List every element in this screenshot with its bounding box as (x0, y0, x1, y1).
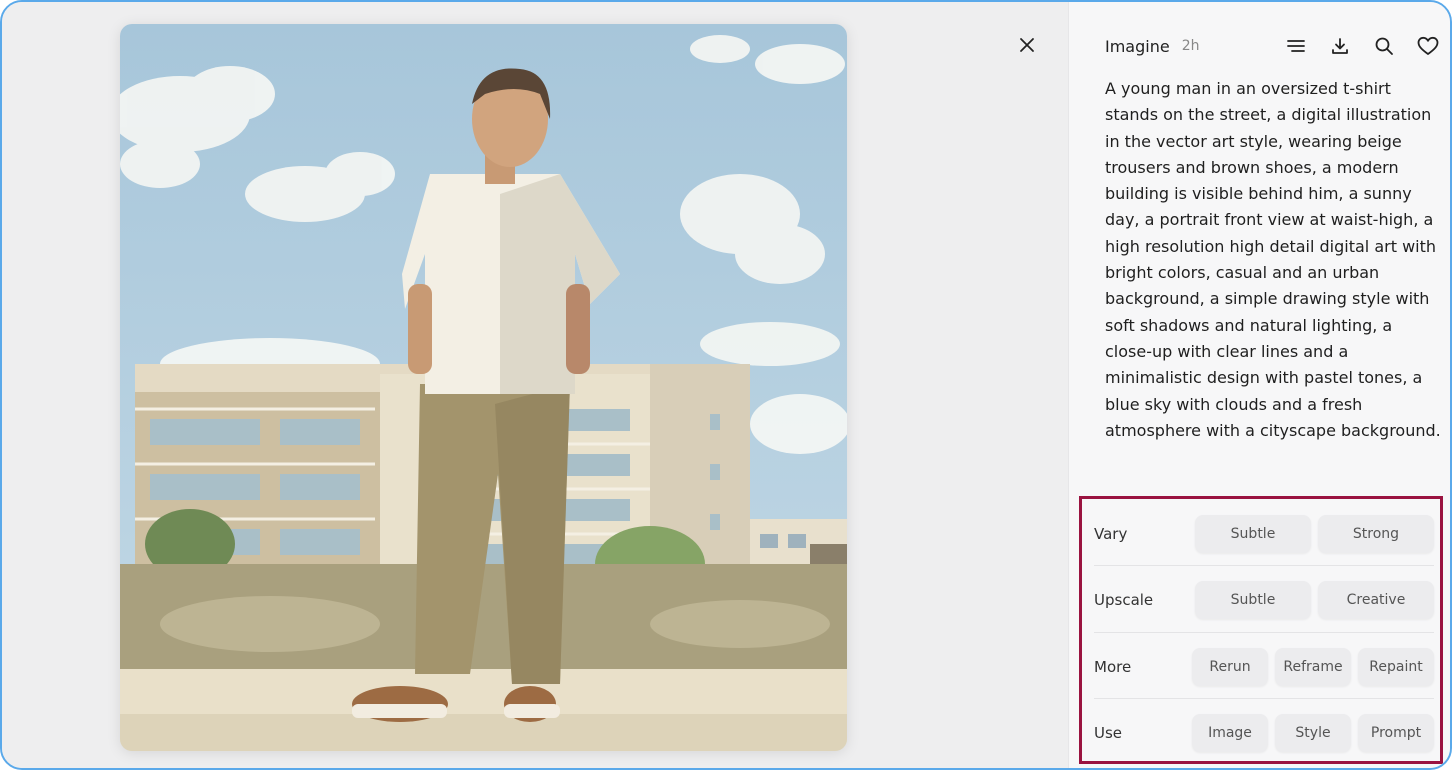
search-icon (1375, 37, 1393, 55)
use-style-button[interactable]: Style (1275, 714, 1351, 752)
upscale-subtle-button[interactable]: Subtle (1195, 581, 1311, 619)
rerun-button[interactable]: Rerun (1192, 648, 1268, 686)
divider (1094, 565, 1434, 566)
like-button[interactable] (1415, 33, 1441, 59)
generated-image[interactable] (120, 24, 847, 751)
use-label: Use (1094, 724, 1123, 742)
divider (1094, 698, 1434, 699)
use-image-button[interactable]: Image (1192, 714, 1268, 752)
menu-button[interactable] (1283, 33, 1309, 59)
repaint-button[interactable]: Repaint (1358, 648, 1434, 686)
app-window: Imagine 2h A young man in an oversized t… (0, 0, 1452, 770)
panel-header: Imagine 2h (1105, 32, 1441, 60)
vary-strong-button[interactable]: Strong (1318, 515, 1434, 553)
heart-icon (1417, 36, 1439, 55)
use-row: Use Image Style Prompt (1094, 710, 1434, 756)
close-icon (1020, 38, 1034, 52)
image-viewer (2, 2, 1068, 768)
download-button[interactable] (1327, 33, 1353, 59)
panel-title: Imagine (1105, 36, 1170, 56)
image-actions: Vary Subtle Strong Upscale Subtle Creati… (1079, 496, 1443, 764)
header-actions (1283, 33, 1441, 59)
more-label: More (1094, 658, 1132, 676)
menu-icon (1287, 40, 1305, 52)
upscale-label: Upscale (1094, 591, 1154, 609)
generated-image-illustration (120, 24, 847, 751)
vary-row: Vary Subtle Strong (1094, 511, 1434, 557)
more-row: More Rerun Reframe Repaint (1094, 644, 1434, 690)
close-button[interactable] (1012, 30, 1042, 60)
download-icon (1332, 38, 1348, 54)
upscale-row: Upscale Subtle Creative (1094, 577, 1434, 623)
timestamp: 2h (1181, 38, 1200, 54)
search-button[interactable] (1371, 33, 1397, 59)
divider (1094, 632, 1434, 633)
upscale-creative-button[interactable]: Creative (1318, 581, 1434, 619)
use-prompt-button[interactable]: Prompt (1358, 714, 1434, 752)
reframe-button[interactable]: Reframe (1275, 648, 1351, 686)
vary-label: Vary (1094, 525, 1128, 543)
prompt-text: A young man in an oversized t-shirt stan… (1105, 79, 1441, 440)
vary-subtle-button[interactable]: Subtle (1195, 515, 1311, 553)
details-panel: Imagine 2h A young man in an oversized t… (1068, 2, 1450, 768)
